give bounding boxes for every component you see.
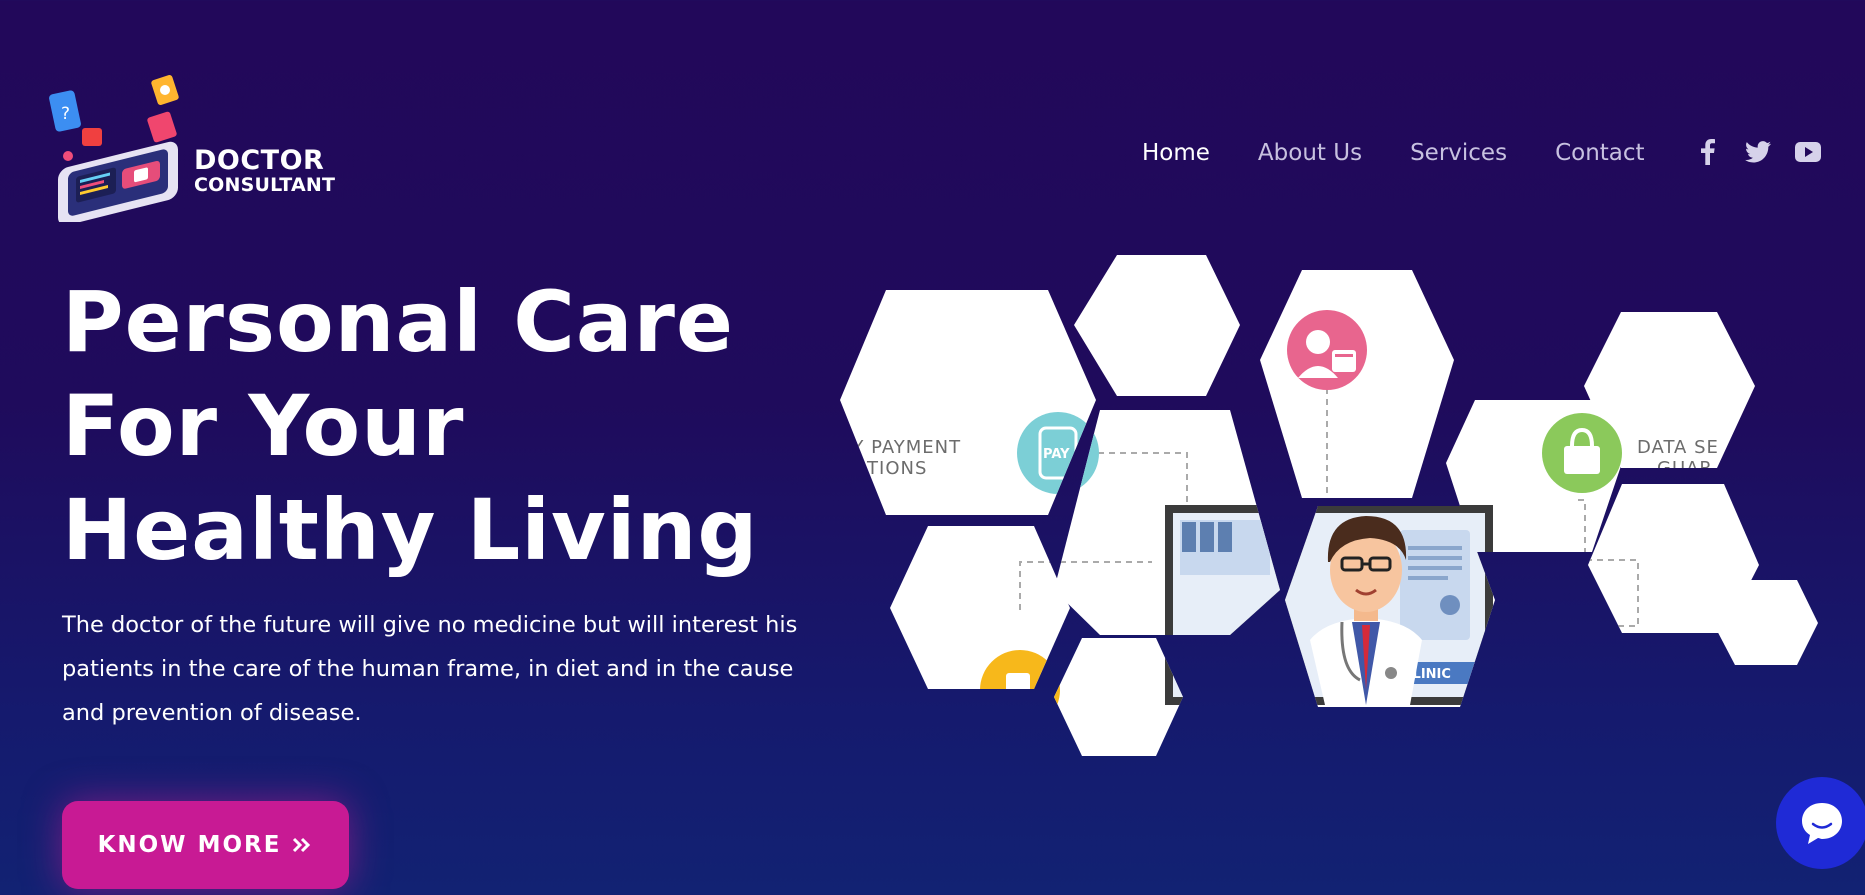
twitter-icon[interactable] — [1744, 138, 1772, 166]
security-label-line-1: DATA SE — [1637, 437, 1719, 458]
security-label-line-2: GUAR — [1657, 458, 1713, 479]
know-more-button[interactable]: KNOW MORE — [62, 801, 349, 889]
payment-label-line-2: OPTIONS — [840, 458, 927, 479]
hero-title-line-3: Healthy Living — [62, 481, 759, 579]
nav-item-home[interactable]: Home — [1142, 140, 1210, 166]
hero-title: Personal Care For Your Healthy Living — [62, 270, 759, 582]
chat-widget-button[interactable] — [1776, 777, 1865, 869]
know-more-label: KNOW MORE — [97, 832, 282, 858]
double-chevron-right-icon — [293, 837, 311, 853]
svg-text:?: ? — [61, 104, 70, 124]
brand-line-2: CONSULTANT — [194, 174, 336, 196]
hero-title-line-1: Personal Care — [62, 273, 734, 371]
social-links — [1694, 138, 1822, 166]
hero-illustration: CLINIC PAY SY PAYMENT OPTIONS DATA SE GU… — [840, 255, 1818, 756]
youtube-icon[interactable] — [1794, 138, 1822, 166]
nav-item-contact[interactable]: Contact — [1555, 140, 1644, 166]
main-navigation: Home About Us Services Contact — [1142, 140, 1645, 166]
chat-bubble-icon — [1802, 803, 1842, 844]
brand-line-1: DOCTOR — [194, 145, 325, 176]
payment-label-line-1: SY PAYMENT — [840, 437, 961, 458]
hero-description: The doctor of the future will give no me… — [62, 612, 798, 726]
hero-title-line-2: For Your — [62, 377, 465, 475]
nav-item-about-us[interactable]: About Us — [1258, 140, 1362, 166]
pay-badge-label: PAY — [1043, 447, 1070, 462]
logo-graphic: ? — [49, 75, 179, 226]
brand-logo[interactable]: ? DOCTOR CONSULTANT — [48, 72, 348, 226]
brand-name: DOCTOR CONSULTANT — [194, 147, 335, 195]
facebook-icon[interactable] — [1694, 138, 1722, 166]
nav-item-services[interactable]: Services — [1410, 140, 1507, 166]
